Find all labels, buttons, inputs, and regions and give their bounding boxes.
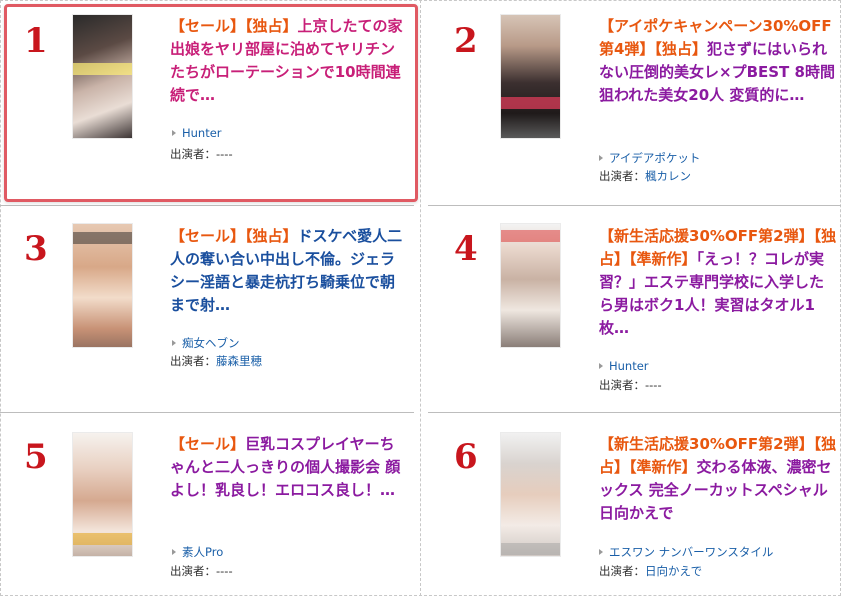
product-title-link[interactable]: 【新生活応援30%OFF第2弾】【独占】【準新作】「えっ！？コレが実習？」エステ…	[599, 225, 837, 340]
product-title-link[interactable]: 【セール】【独占】上京したての家出娘をヤリ部屋に泊めてヤリチンたちがローテーショ…	[170, 15, 408, 107]
product-title-link[interactable]: 【新生活応援30%OFF第2弾】【独占】【準新作】交わる体液、濃密セックス 完全…	[599, 433, 837, 525]
actor-line: 出演者：藤森里穂	[170, 353, 262, 369]
caret-right-icon	[599, 363, 603, 369]
maker-link[interactable]: 素人Pro	[172, 544, 223, 560]
column-divider	[420, 0, 421, 596]
actor-label: 出演者：	[599, 378, 645, 392]
product-title-link[interactable]: 【セール】巨乳コスプレイヤーちゃんと二人っきりの個人撮影会 顔よし！乳良し！エロ…	[170, 433, 408, 502]
product-title-link[interactable]: 【アイポケキャンペーン30%OFF第4弾】【独占】犯さずにはいられない圧倒的美女…	[599, 15, 837, 107]
actor-line: 出演者：----	[170, 146, 233, 162]
title-tags: 【セール】	[170, 435, 246, 453]
row-divider	[0, 412, 414, 413]
caret-right-icon	[172, 549, 176, 555]
actor-link[interactable]: 藤森里穂	[216, 354, 262, 368]
maker-label: エスワン ナンバーワンスタイル	[609, 545, 774, 559]
actor-line: 出演者：楓カレン	[599, 168, 691, 184]
actor-label: 出演者：	[170, 354, 216, 368]
caret-right-icon	[172, 340, 176, 346]
actor-label: 出演者：	[599, 564, 645, 578]
rank-number: 5	[24, 437, 48, 477]
actor-value: ----	[216, 564, 233, 578]
maker-label: 素人Pro	[182, 545, 224, 559]
title-tags: 【セール】【独占】	[170, 227, 298, 245]
actor-line: 出演者：日向かえで	[599, 563, 702, 579]
maker-link[interactable]: Hunter	[599, 359, 649, 373]
maker-label: Hunter	[182, 126, 222, 140]
caret-right-icon	[172, 130, 176, 136]
actor-label: 出演者：	[170, 147, 216, 161]
maker-label: 痴女ヘブン	[182, 336, 240, 350]
rank-number: 3	[24, 229, 48, 269]
product-title-link[interactable]: 【セール】【独占】ドスケベ愛人二人の奪い合い中出し不倫。ジェラシー淫語と暴走杭打…	[170, 225, 408, 317]
rank-number: 4	[454, 229, 478, 269]
actor-label: 出演者：	[599, 169, 645, 183]
rank-number: 2	[454, 21, 478, 61]
maker-label: アイデアポケット	[609, 151, 701, 165]
actor-value: ----	[645, 378, 662, 392]
row-divider	[428, 412, 841, 413]
product-thumbnail[interactable]	[73, 224, 132, 347]
actor-link[interactable]: 楓カレン	[645, 169, 691, 183]
product-thumbnail[interactable]	[501, 15, 560, 138]
product-thumbnail[interactable]	[501, 224, 560, 347]
row-divider	[428, 205, 841, 206]
actor-label: 出演者：	[170, 564, 216, 578]
caret-right-icon	[599, 549, 603, 555]
rank-number: 6	[454, 437, 478, 477]
maker-link[interactable]: Hunter	[172, 126, 222, 140]
caret-right-icon	[599, 155, 603, 161]
actor-line: 出演者：----	[170, 563, 233, 579]
maker-label: Hunter	[609, 359, 649, 373]
actor-value: ----	[216, 147, 233, 161]
actor-link[interactable]: 日向かえで	[645, 564, 702, 578]
row-divider	[0, 205, 414, 206]
maker-link[interactable]: 痴女ヘブン	[172, 335, 240, 351]
product-thumbnail[interactable]	[73, 15, 132, 138]
actor-line: 出演者：----	[599, 377, 662, 393]
maker-link[interactable]: アイデアポケット	[599, 150, 700, 166]
product-thumbnail[interactable]	[73, 433, 132, 556]
maker-link[interactable]: エスワン ナンバーワンスタイル	[599, 544, 773, 560]
title-tags: 【セール】【独占】	[170, 17, 298, 35]
rank-number: 1	[24, 21, 48, 61]
product-thumbnail[interactable]	[501, 433, 560, 556]
